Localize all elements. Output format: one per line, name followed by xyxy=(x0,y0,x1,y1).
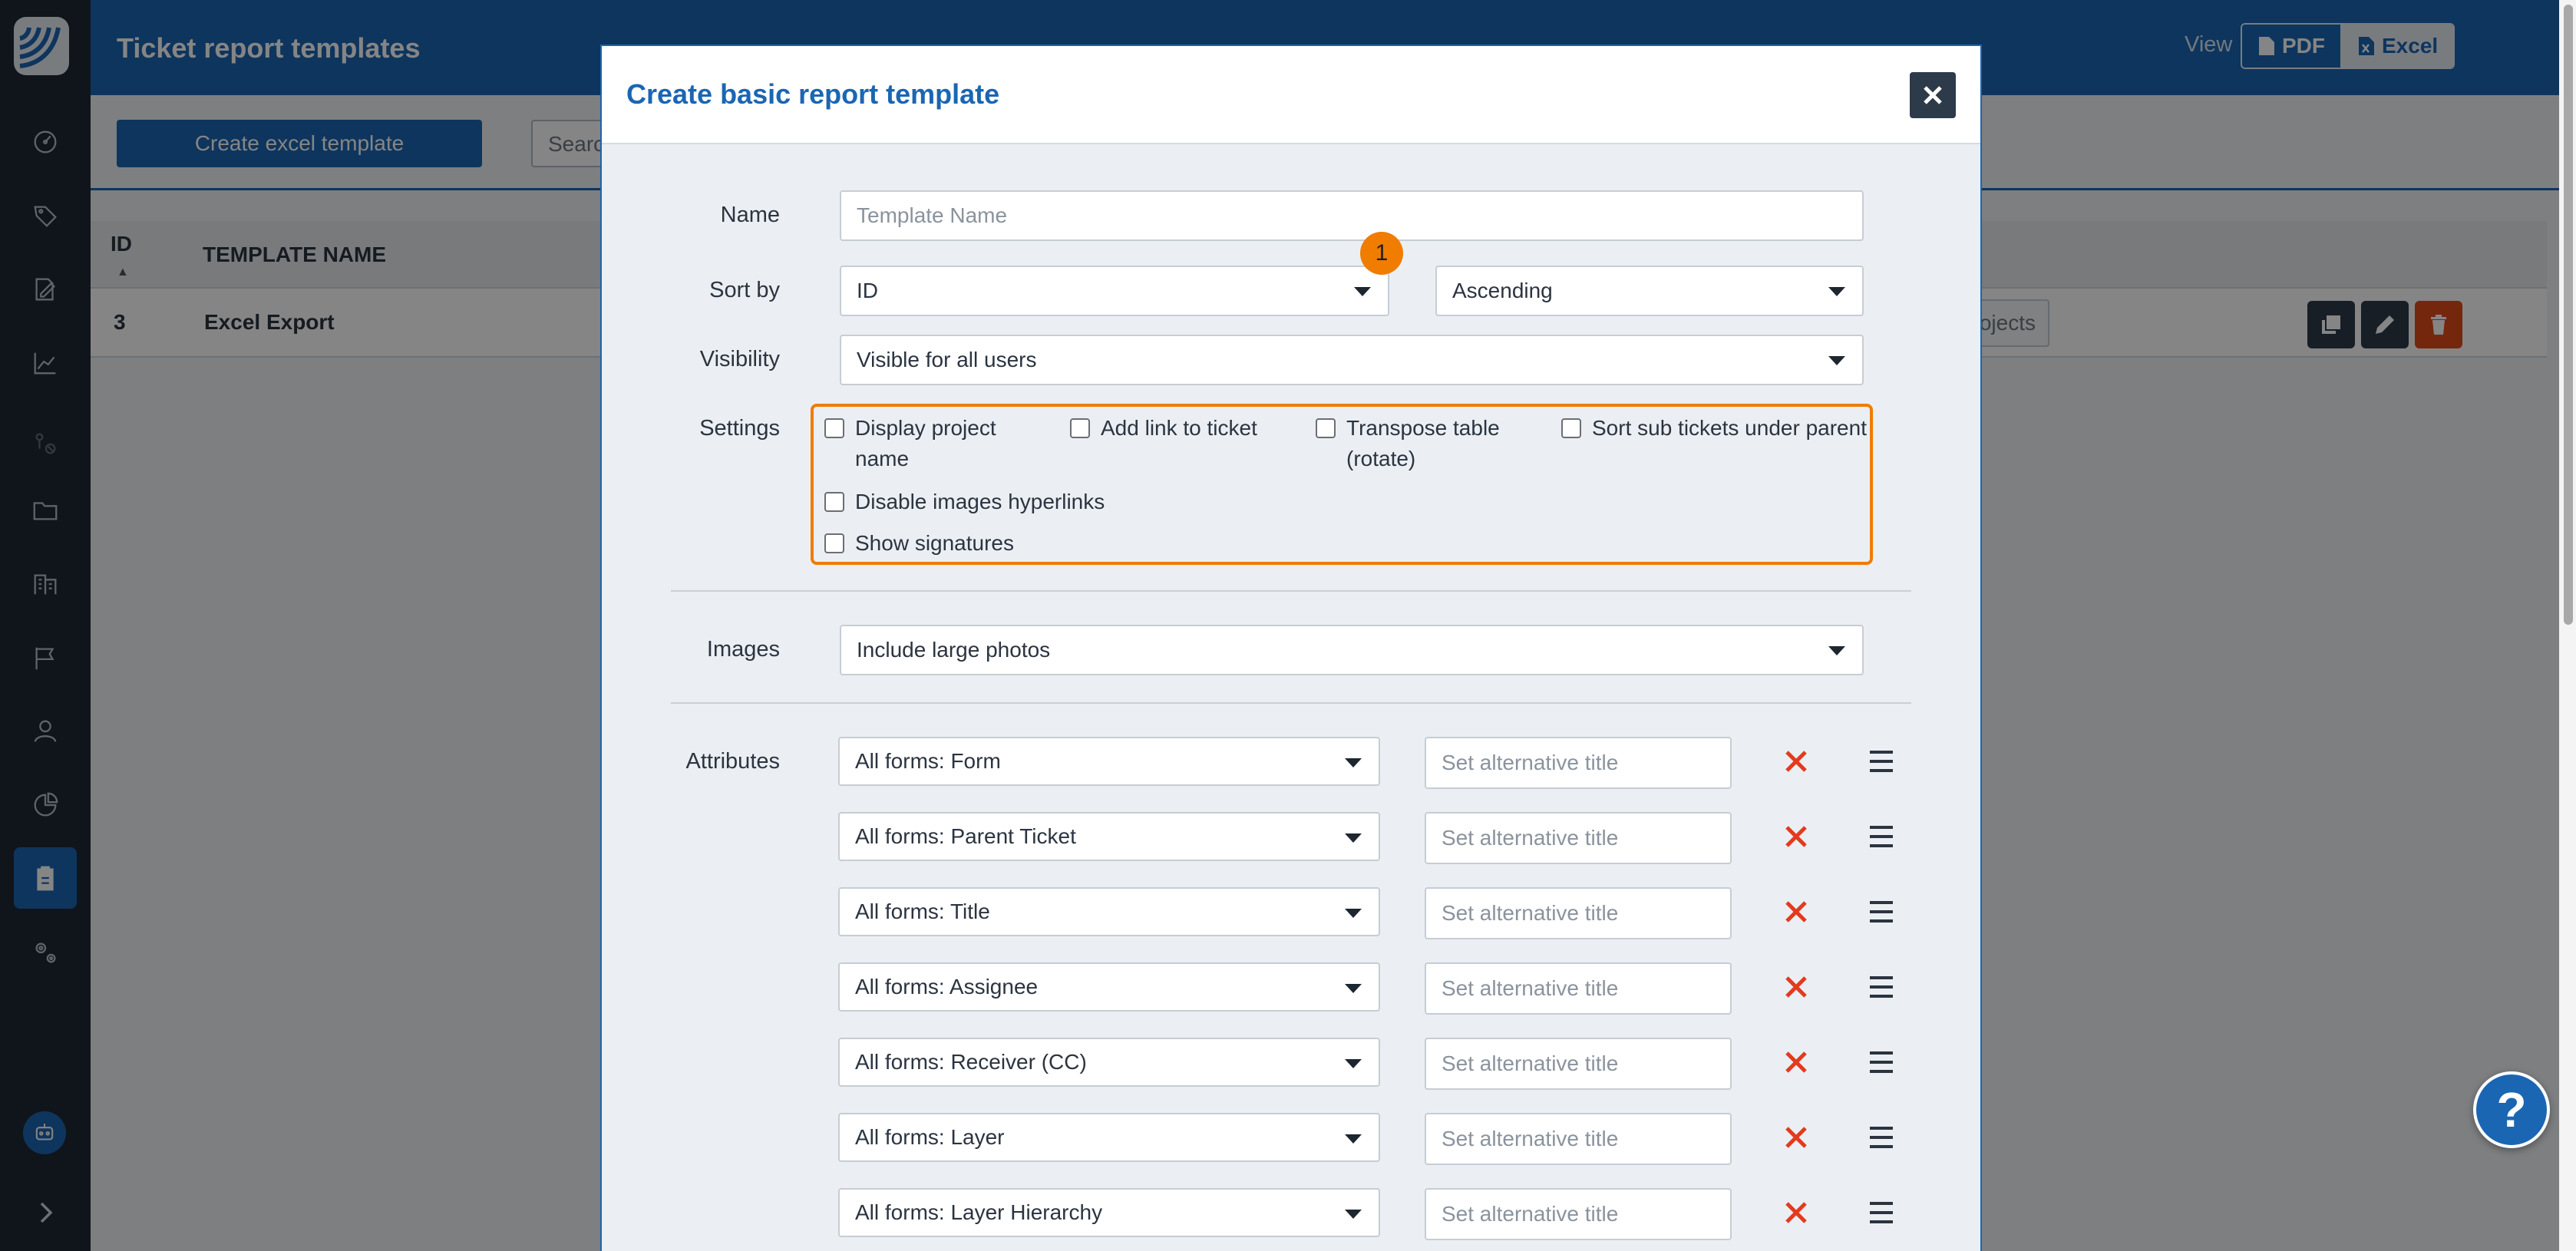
chevron-down-icon xyxy=(1828,356,1845,365)
drag-handle-icon[interactable] xyxy=(1867,1124,1896,1151)
divider xyxy=(671,590,1911,592)
remove-attribute-icon[interactable] xyxy=(1782,748,1810,775)
alternative-title-input[interactable]: Set alternative title xyxy=(1425,1188,1732,1240)
checkbox-label: Display project name xyxy=(855,416,996,470)
drag-handle-icon[interactable] xyxy=(1867,823,1896,850)
attribute-row: All forms: Layer Set alternative title xyxy=(838,1113,1893,1165)
close-icon xyxy=(1924,86,1942,104)
chevron-down-icon xyxy=(1828,646,1845,655)
remove-attribute-icon[interactable] xyxy=(1782,898,1810,926)
alternative-title-input[interactable]: Set alternative title xyxy=(1425,1038,1732,1090)
chevron-down-icon xyxy=(1345,1210,1362,1219)
checkbox[interactable] xyxy=(1070,418,1090,438)
modal-title: Create basic report template xyxy=(626,78,1000,110)
chevron-down-icon xyxy=(1345,1134,1362,1144)
sort-order-value: Ascending xyxy=(1452,279,1553,302)
images-select[interactable]: Include large photos xyxy=(840,625,1864,675)
sort-order-select[interactable]: Ascending xyxy=(1435,266,1864,316)
remove-attribute-icon[interactable] xyxy=(1782,973,1810,1001)
checkbox[interactable] xyxy=(1316,418,1336,438)
chevron-down-icon xyxy=(1828,287,1845,296)
step-marker: 1 xyxy=(1360,232,1403,275)
chevron-down-icon xyxy=(1345,833,1362,843)
checkbox[interactable] xyxy=(824,492,844,512)
visibility-select[interactable]: Visible for all users xyxy=(840,335,1864,385)
visibility-value: Visible for all users xyxy=(857,348,1037,371)
alternative-title-input[interactable]: Set alternative title xyxy=(1425,887,1732,939)
chevron-down-icon xyxy=(1345,984,1362,993)
scrollbar-thumb[interactable] xyxy=(2564,5,2573,625)
checkbox[interactable] xyxy=(824,533,844,553)
drag-handle-icon[interactable] xyxy=(1867,1048,1896,1076)
divider xyxy=(671,702,1911,704)
checkbox[interactable] xyxy=(824,418,844,438)
visibility-label: Visibility xyxy=(699,347,780,371)
checkbox[interactable] xyxy=(1561,418,1581,438)
attribute-row: All forms: Layer Hierarchy Set alternati… xyxy=(838,1188,1893,1240)
attribute-row: All forms: Assignee Set alternative titl… xyxy=(838,962,1893,1015)
disable-images-hyperlinks-checkbox[interactable]: Disable images hyperlinks xyxy=(824,487,1105,517)
chevron-down-icon xyxy=(1345,758,1362,767)
chevron-down-icon xyxy=(1345,1059,1362,1068)
attribute-select[interactable]: All forms: Assignee xyxy=(838,962,1380,1012)
name-label: Name xyxy=(720,203,780,227)
remove-attribute-icon[interactable] xyxy=(1782,1124,1810,1151)
transpose-table-checkbox[interactable]: Transpose table (rotate) xyxy=(1316,413,1500,474)
attribute-select[interactable]: All forms: Parent Ticket xyxy=(838,812,1380,861)
show-signatures-checkbox[interactable]: Show signatures xyxy=(824,528,1014,559)
attribute-select[interactable]: All forms: Layer Hierarchy xyxy=(838,1188,1380,1237)
add-link-to-ticket-checkbox[interactable]: Add link to ticket xyxy=(1070,413,1257,444)
alternative-title-input[interactable]: Set alternative title xyxy=(1425,812,1732,864)
images-label: Images xyxy=(706,637,780,662)
attributes-label: Attributes xyxy=(685,749,781,774)
alternative-title-input[interactable]: Set alternative title xyxy=(1425,962,1732,1015)
attribute-row: All forms: Form Set alternative title xyxy=(838,737,1893,789)
drag-handle-icon[interactable] xyxy=(1867,1199,1896,1226)
checkbox-label: Show signatures xyxy=(855,531,1015,555)
remove-attribute-icon[interactable] xyxy=(1782,1048,1810,1076)
attribute-select[interactable]: All forms: Layer xyxy=(838,1113,1380,1162)
help-button[interactable]: ? xyxy=(2473,1071,2550,1148)
drag-handle-icon[interactable] xyxy=(1867,973,1896,1001)
attribute-row: All forms: Title Set alternative title xyxy=(838,887,1893,939)
attribute-select[interactable]: All forms: Title xyxy=(838,887,1380,936)
display-project-name-checkbox[interactable]: Display project name xyxy=(824,413,996,474)
checkbox-label: Sort sub tickets under parent xyxy=(1592,416,1867,440)
chevron-down-icon xyxy=(1354,287,1371,296)
alternative-title-input[interactable]: Set alternative title xyxy=(1425,1113,1732,1165)
drag-handle-icon[interactable] xyxy=(1867,898,1896,926)
sort-sub-tickets-checkbox[interactable]: Sort sub tickets under parent xyxy=(1561,413,1867,444)
attribute-row: All forms: Receiver (CC) Set alternative… xyxy=(838,1038,1893,1090)
attribute-row: All forms: Parent Ticket Set alternative… xyxy=(838,812,1893,864)
attribute-select[interactable]: All forms: Form xyxy=(838,737,1380,786)
attribute-select[interactable]: All forms: Receiver (CC) xyxy=(838,1038,1380,1087)
chevron-down-icon xyxy=(1345,909,1362,918)
sort-by-value: ID xyxy=(857,279,878,302)
checkbox-label: Add link to ticket xyxy=(1101,416,1257,440)
settings-label: Settings xyxy=(699,416,780,441)
remove-attribute-icon[interactable] xyxy=(1782,823,1810,850)
checkbox-label: Disable images hyperlinks xyxy=(855,490,1105,513)
sort-by-select[interactable]: ID xyxy=(840,266,1389,316)
drag-handle-icon[interactable] xyxy=(1867,748,1896,775)
images-value: Include large photos xyxy=(857,638,1051,662)
remove-attribute-icon[interactable] xyxy=(1782,1199,1810,1226)
close-modal-button[interactable] xyxy=(1910,72,1956,118)
alternative-title-input[interactable]: Set alternative title xyxy=(1425,737,1732,789)
create-template-modal: Create basic report template Name Templa… xyxy=(600,45,1982,1251)
checkbox-label: Transpose table (rotate) xyxy=(1346,416,1500,470)
template-name-input[interactable]: Template Name xyxy=(840,190,1864,241)
modal-header: Create basic report template xyxy=(602,46,1980,144)
sort-by-label: Sort by xyxy=(709,278,780,302)
